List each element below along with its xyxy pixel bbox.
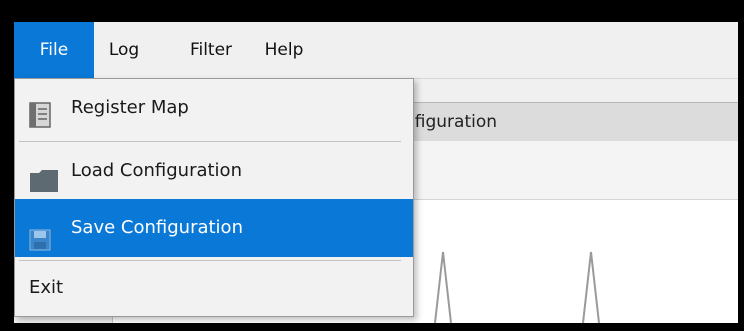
file-menu-dropdown: Register Map Load Configuration Save Con…	[14, 78, 414, 317]
menu-help[interactable]: Help	[254, 22, 314, 78]
menu-item-label: Exit	[29, 277, 64, 298]
menu-separator	[19, 260, 401, 261]
menu-item-label: Save Configuration	[71, 217, 243, 238]
menu-item-exit[interactable]: Exit	[15, 262, 413, 314]
tab-configuration[interactable]: nfiguration	[404, 103, 497, 141]
menu-file[interactable]: File	[14, 22, 94, 78]
app-window: File Log Filter Help nfiguration Registe…	[14, 22, 738, 323]
menu-filter[interactable]: Filter	[176, 22, 246, 78]
menu-separator	[19, 141, 401, 142]
menu-item-label: Load Configuration	[71, 160, 242, 181]
menu-log[interactable]: Log	[94, 22, 154, 78]
menu-bar: File Log Filter Help	[14, 22, 738, 79]
menu-item-load-configuration[interactable]: Load Configuration	[15, 143, 413, 199]
configuration-tab-strip: nfiguration	[404, 102, 738, 142]
menu-item-label: Register Map	[71, 97, 189, 118]
menu-item-register-map[interactable]: Register Map	[15, 79, 413, 137]
menu-item-save-configuration[interactable]: Save Configuration	[15, 199, 413, 257]
